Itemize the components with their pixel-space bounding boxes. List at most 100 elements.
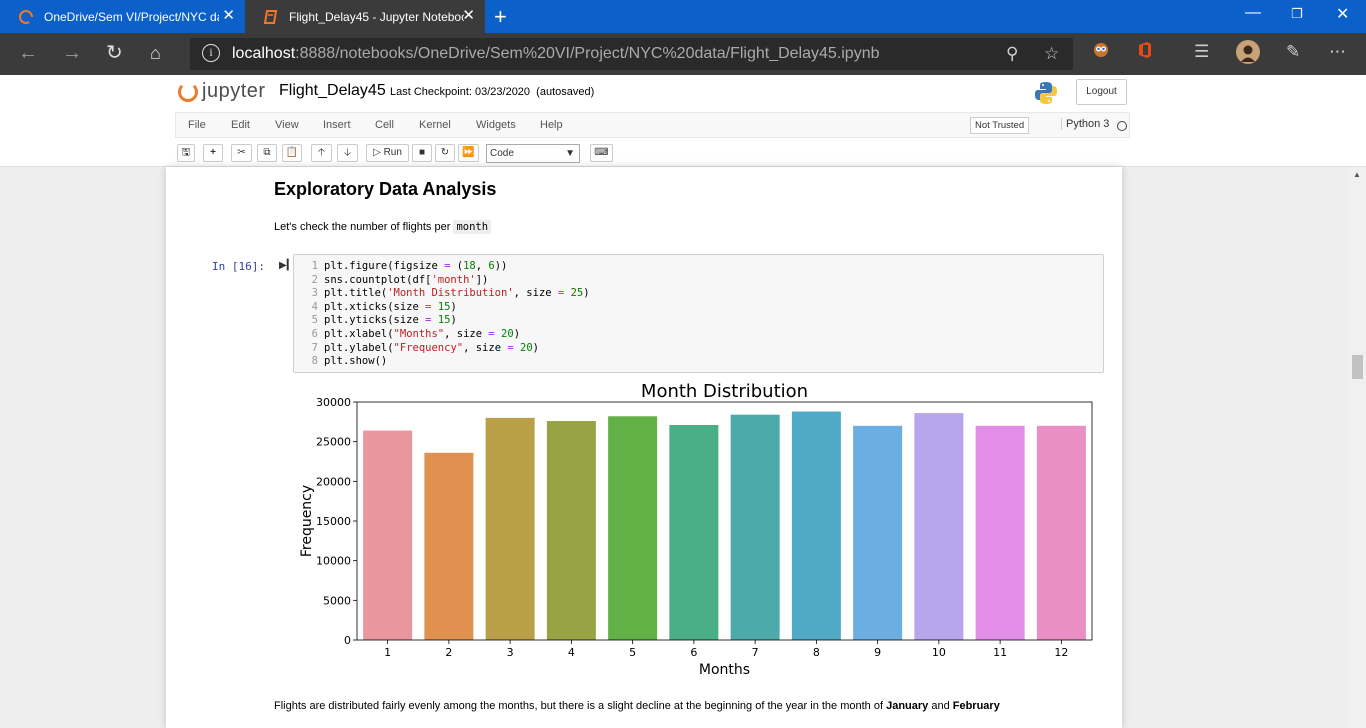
menu-edit[interactable]: Edit — [231, 119, 250, 131]
url-path: :8888/notebooks/OneDrive/Sem%20VI/Projec… — [295, 45, 880, 62]
bar-month-9 — [853, 425, 903, 640]
bar-month-4 — [546, 421, 596, 640]
line-number: 2 — [311, 273, 318, 286]
restart-icon[interactable]: ↻ — [435, 144, 455, 162]
scrollbar-thumb[interactable] — [1352, 355, 1363, 379]
cell-type-select[interactable]: Code ▼ — [486, 144, 580, 163]
favorites-list-icon[interactable]: ☰ — [1194, 42, 1209, 62]
code-line[interactable]: 2 sns.countplot(df['month']) — [294, 273, 489, 288]
code-token: ) — [532, 341, 539, 354]
minimize-icon[interactable]: — — [1245, 4, 1261, 22]
y-tick-label: 0 — [344, 634, 351, 647]
menu-widgets[interactable]: Widgets — [476, 119, 516, 131]
x-tick-label: 4 — [568, 646, 575, 659]
restart-run-all-icon[interactable]: ⏩ — [458, 144, 479, 162]
menu-cell[interactable]: Cell — [375, 119, 394, 131]
command-palette-icon[interactable]: ⌨ — [590, 144, 613, 162]
code-line[interactable]: 6 plt.xlabel("Months", size = 20) — [294, 328, 520, 342]
x-tick-label: 9 — [874, 646, 881, 659]
code-token: ) — [583, 287, 590, 300]
code-line[interactable]: 7 plt.ylabel("Frequency", size = 20) — [294, 342, 539, 356]
menu-help[interactable]: Help — [540, 119, 563, 131]
code-token: plt.xlabel( — [324, 328, 394, 340]
code-cell-editor[interactable]: 1 plt.figure(figsize = (18, 6)) 2 sns.count… — [293, 254, 1104, 373]
x-tick-label: 3 — [507, 646, 514, 659]
code-line[interactable]: 5 plt.yticks(size = 15) — [294, 314, 457, 328]
close-tab-icon[interactable]: ✕ — [222, 8, 235, 24]
save-icon[interactable]: 🖫 — [177, 144, 195, 162]
bar-month-12 — [1036, 425, 1086, 640]
browser-tab-notebook[interactable]: Flight_Delay45 - Jupyter Notebook ✕ — [245, 0, 485, 33]
bar-month-3 — [485, 417, 535, 640]
browser-tab-onedrive[interactable]: OneDrive/Sem VI/Project/NYC data ✕ — [0, 0, 245, 33]
move-up-icon[interactable]: 🡡 — [311, 144, 332, 162]
x-tick-label: 7 — [752, 646, 759, 659]
close-tab-icon[interactable]: ✕ — [462, 8, 475, 24]
extension-owl-icon[interactable] — [1093, 42, 1109, 63]
run-button[interactable]: ▷ Run — [366, 144, 409, 162]
y-axis-label: Frequency — [299, 485, 315, 557]
info-icon[interactable]: i — [202, 44, 220, 62]
code-token: "Frequency" — [393, 341, 464, 354]
feedback-icon[interactable]: ✎ — [1286, 42, 1300, 62]
restore-icon[interactable]: ❐ — [1291, 6, 1303, 22]
line-number: 4 — [311, 300, 318, 313]
scroll-up-icon[interactable]: ▲ — [1353, 170, 1361, 179]
conclusion-text: Flights are distributed fairly evenly am… — [274, 700, 887, 712]
code-token: ) — [450, 314, 457, 327]
intro-text: Let's check the number of flights per — [274, 221, 451, 233]
url-text: localhost:8888/notebooks/OneDrive/Sem%20… — [232, 45, 879, 63]
code-token: ) — [450, 300, 457, 313]
forward-icon[interactable]: → — [62, 41, 82, 65]
menu-kernel[interactable]: Kernel — [419, 119, 451, 131]
office-icon[interactable] — [1138, 42, 1152, 63]
code-token: 15 — [437, 300, 451, 313]
line-number: 3 — [311, 287, 318, 300]
refresh-icon[interactable]: ↻ — [106, 41, 123, 65]
zoom-icon[interactable]: ⚲ — [1006, 44, 1018, 64]
code-line[interactable]: 1 plt.figure(figsize = (18, 6)) — [294, 260, 508, 274]
code-token: sns.countplot(df[ — [324, 273, 432, 286]
favorite-star-icon[interactable]: ☆ — [1044, 44, 1059, 64]
code-line[interactable]: 8 plt.show() — [294, 355, 388, 369]
more-options-icon[interactable]: ⋯ — [1329, 42, 1346, 62]
paste-icon[interactable]: 📋 — [282, 144, 302, 162]
code-token: , size — [444, 328, 489, 340]
move-down-icon[interactable]: 🡣 — [337, 144, 358, 162]
page-scrollbar[interactable]: ▲ — [1349, 167, 1366, 728]
close-window-icon[interactable]: ✕ — [1336, 4, 1349, 24]
menu-file[interactable]: File — [188, 119, 206, 131]
code-token: plt.title( — [324, 287, 388, 300]
back-icon[interactable]: ← — [18, 41, 38, 65]
conclusion-and: and — [928, 700, 953, 712]
interrupt-icon[interactable]: ■ — [412, 144, 432, 162]
code-token: 18 — [463, 260, 476, 272]
code-token: 20 — [501, 328, 514, 340]
code-token: 15 — [437, 314, 451, 327]
profile-avatar[interactable] — [1236, 40, 1260, 69]
code-token: "Months" — [393, 328, 445, 340]
y-tick-label: 30000 — [316, 396, 351, 409]
trusted-indicator[interactable]: Not Trusted — [970, 117, 1030, 134]
cut-icon[interactable]: ✂ — [231, 144, 252, 162]
loading-icon — [18, 9, 34, 25]
jupyter-header: jupyter Flight_Delay45 Last Checkpoint: … — [0, 75, 1366, 167]
jupyter-logo[interactable]: jupyter — [178, 80, 266, 103]
notebook-name[interactable]: Flight_Delay45 — [279, 82, 386, 100]
code-line[interactable]: 4 plt.xticks(size = 15) — [294, 301, 457, 315]
code-token: plt.xticks(size — [324, 300, 426, 313]
code-line[interactable]: 3 plt.title('Month Distribution', size = … — [294, 287, 590, 301]
markdown-intro: Let's check the number of flights per mo… — [274, 220, 492, 234]
copy-icon[interactable]: ⧉ — [257, 144, 277, 162]
cell-prompt: In [16]: — [212, 260, 265, 273]
new-tab-button[interactable]: + — [494, 4, 507, 30]
logout-button[interactable]: Logout — [1076, 79, 1127, 105]
menu-insert[interactable]: Insert — [323, 119, 351, 131]
y-tick-label: 25000 — [316, 436, 351, 449]
home-icon[interactable]: ⌂ — [150, 41, 161, 65]
kernel-name[interactable]: Python 3 — [1061, 118, 1109, 130]
menu-view[interactable]: View — [275, 119, 299, 131]
insert-cell-icon[interactable]: + — [203, 144, 223, 162]
url-field[interactable]: i localhost:8888/notebooks/OneDrive/Sem%… — [190, 38, 1073, 70]
code-token: 'month' — [431, 273, 476, 286]
